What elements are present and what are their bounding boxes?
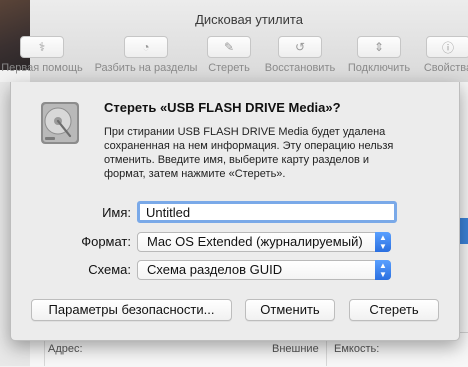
stethoscope-icon: ⚕ — [20, 36, 64, 58]
erase-icon: ✎ — [207, 36, 251, 58]
scheme-value: Схема разделов GUID — [147, 262, 283, 277]
chevron-updown-icon: ▲ ▼ — [375, 232, 391, 252]
address-label: Адрес: — [48, 343, 83, 355]
disk-utility-window: Дисковая утилита ⚕ Первая помощь ◔ Разби… — [0, 0, 468, 367]
toolbar-erase[interactable]: ✎ Стереть — [204, 36, 254, 74]
toolbar-first-aid[interactable]: ⚕ Первая помощь — [0, 36, 84, 74]
toolbar-label: Разбить на разделы — [94, 62, 198, 74]
security-options-button[interactable]: Параметры безопасности... — [31, 299, 232, 321]
cancel-button[interactable]: Отменить — [245, 299, 335, 321]
mount-icon: ⇕ — [357, 36, 401, 58]
erase-dialog: Стереть «USB FLASH DRIVE Media»? При сти… — [10, 82, 460, 341]
window-title: Дисковая утилита — [195, 12, 303, 27]
chevron-updown-icon: ▲ ▼ — [375, 260, 391, 280]
pie-partition-icon: ◔ — [124, 36, 168, 58]
capacity-label: Емкость: — [334, 343, 380, 355]
format-label: Формат: — [81, 234, 131, 249]
hard-drive-icon — [41, 102, 79, 144]
external-value: Внешние — [272, 343, 319, 355]
restore-icon: ↺ — [278, 36, 322, 58]
toolbar-mount[interactable]: ⇕ Подключить — [342, 36, 416, 74]
scheme-select[interactable]: Схема разделов GUID ▲ ▼ — [137, 260, 391, 280]
toolbar-label: Первая помощь — [1, 62, 83, 74]
dialog-message: При стирании USB FLASH DRIVE Media будет… — [104, 126, 394, 180]
format-value: Mac OS Extended (журналируемый) — [147, 234, 363, 249]
toolbar-restore[interactable]: ↺ Восстановить — [258, 36, 342, 74]
scheme-label: Схема: — [88, 262, 131, 277]
erase-button[interactable]: Стереть — [349, 299, 439, 321]
name-label: Имя: — [102, 205, 131, 220]
toolbar-label: Стереть — [208, 62, 250, 74]
toolbar-partition[interactable]: ◔ Разбить на разделы — [88, 36, 204, 74]
selected-indicator — [460, 218, 468, 244]
toolbar-label: Подключить — [347, 62, 411, 74]
format-select[interactable]: Mac OS Extended (журналируемый) ▲ ▼ — [137, 232, 391, 252]
dialog-title: Стереть «USB FLASH DRIVE Media»? — [104, 100, 341, 115]
toolbar: ⚕ Первая помощь ◔ Разбить на разделы ✎ С… — [0, 36, 468, 80]
toolbar-label: Восстановить — [264, 62, 336, 74]
name-field[interactable] — [137, 201, 397, 223]
toolbar-label: Свойства — [423, 62, 468, 74]
toolbar-info[interactable]: ⓘ Свойства — [418, 36, 468, 74]
info-icon: ⓘ — [426, 36, 468, 58]
